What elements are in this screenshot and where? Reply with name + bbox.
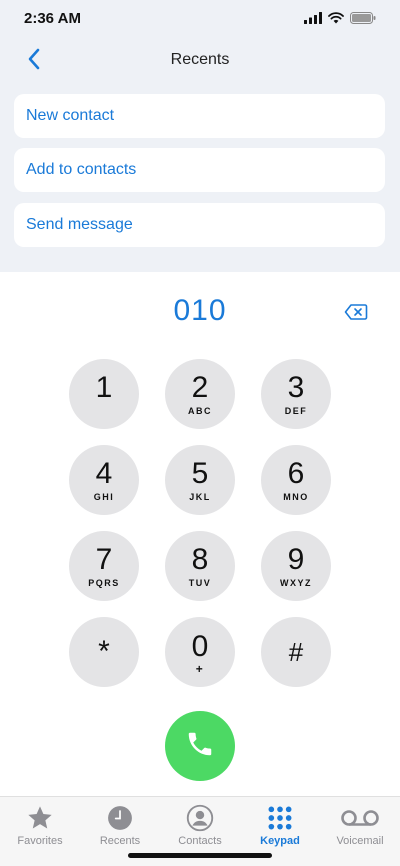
person-circle-icon [186,803,214,833]
key-digit: 1 [95,370,113,404]
clock-icon [107,803,133,833]
phone-icon [185,729,215,764]
key-letters: JKL [189,491,211,502]
key-letters: WXYZ [280,577,312,588]
dialed-number-display: 010 [173,294,227,327]
key-letters: PQRS [88,577,120,588]
battery-icon [350,11,376,29]
key-digit: 6 [287,456,305,490]
key-digit: 5 [191,456,209,490]
key-9[interactable]: 9 WXYZ [261,531,331,601]
key-letters: TUV [188,577,212,588]
key-digit: 0 [191,630,209,663]
wifi-icon [328,11,344,29]
key-digit: # [288,637,304,667]
key-digit: 2 [191,370,209,404]
tab-contacts[interactable]: Contacts [160,797,240,853]
home-indicator [128,853,272,858]
signal-icon [304,11,322,29]
backspace-icon [344,304,368,325]
key-4[interactable]: 4 GHI [69,445,139,515]
add-to-contacts-button[interactable]: Add to contacts [14,148,385,192]
key-letters: + [195,662,205,676]
key-digit: 8 [191,542,209,576]
status-bar: 2:36 AM [0,0,400,36]
tab-keypad[interactable]: Keypad [240,797,320,853]
key-1[interactable]: 1 [69,359,139,429]
key-letters: GHI [93,491,115,502]
tab-label: Favorites [17,835,63,847]
key-3[interactable]: 3 DEF [261,359,331,429]
status-time: 2:36 AM [24,10,81,27]
new-contact-button[interactable]: New contact [14,94,385,138]
navigation-bar: Recents [0,40,400,80]
delete-button[interactable] [344,303,368,321]
key-0[interactable]: 0 + [165,617,235,687]
tab-label: Recents [99,835,141,847]
key-letters: DEF [284,405,308,416]
tab-label: Voicemail [336,835,384,847]
key-6[interactable]: 6 MNO [261,445,331,515]
keypad-grid-icon [267,803,293,833]
key-star[interactable]: * [69,617,139,687]
tab-favorites[interactable]: Favorites [0,797,80,853]
key-digit: * [98,635,110,668]
voicemail-icon [340,803,380,833]
tab-voicemail[interactable]: Voicemail [320,797,400,853]
key-5[interactable]: 5 JKL [165,445,235,515]
tab-label: Contacts [178,835,222,847]
key-letters: MNO [283,491,309,502]
call-button[interactable] [165,711,235,781]
key-digit: 3 [287,370,305,404]
send-message-button[interactable]: Send message [14,203,385,247]
tab-label: Keypad [260,835,300,847]
key-letters: ABC [188,405,212,416]
key-hash[interactable]: # [261,617,331,687]
key-2[interactable]: 2 ABC [165,359,235,429]
key-digit: 7 [95,542,113,576]
key-7[interactable]: 7 PQRS [69,531,139,601]
tab-recents[interactable]: Recents [80,797,160,853]
status-icons [304,11,376,29]
page-title: Recents [170,51,230,68]
key-8[interactable]: 8 TUV [165,531,235,601]
star-icon [25,803,55,833]
key-digit: 4 [95,456,113,490]
key-digit: 9 [287,542,305,576]
